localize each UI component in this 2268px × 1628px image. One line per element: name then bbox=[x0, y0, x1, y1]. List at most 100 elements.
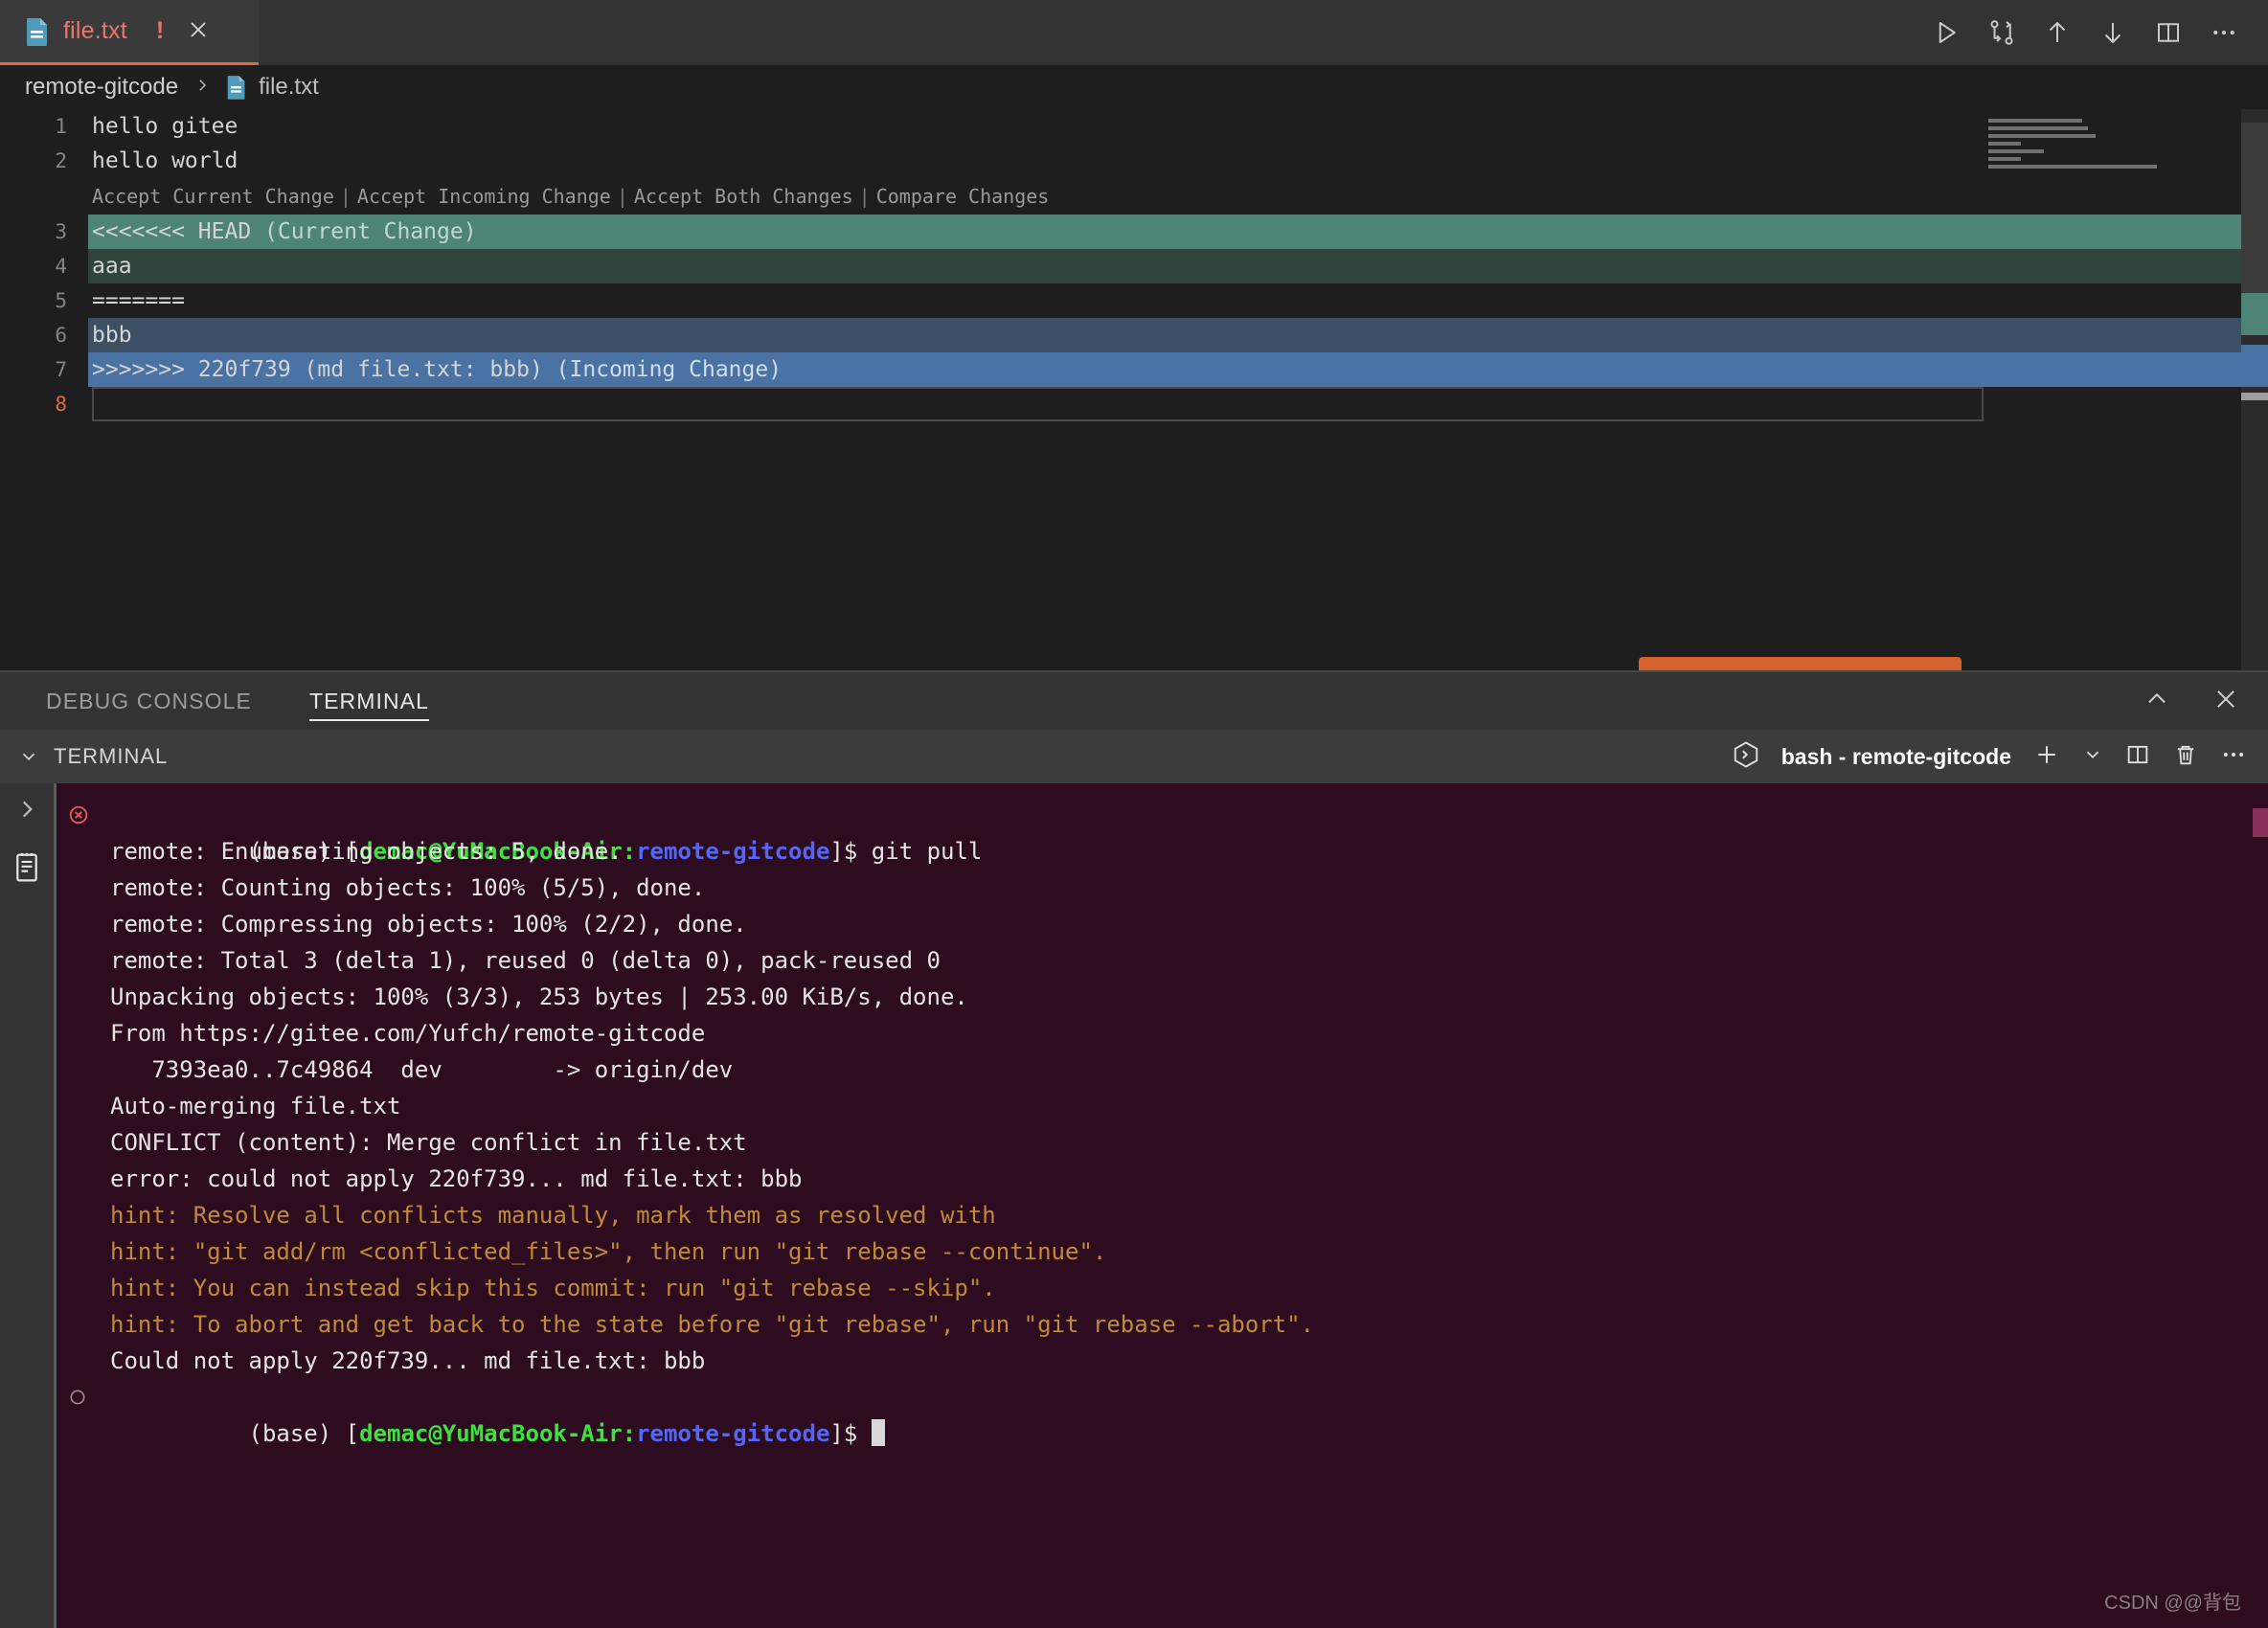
breadcrumb: remote-gitcode file.txt bbox=[0, 65, 2268, 109]
split-editor-icon[interactable] bbox=[2149, 13, 2188, 52]
terminal-output-line: Could not apply 220f739... md file.txt: … bbox=[57, 1343, 2268, 1379]
terminal-prompt-line-active[interactable]: (base) [demac@YuMacBook-Air:remote-gitco… bbox=[57, 1379, 2268, 1415]
vscode-window: file.txt ! bbox=[0, 0, 2268, 1628]
git-compare-icon[interactable] bbox=[1983, 13, 2021, 52]
terminal-side-rail bbox=[0, 783, 54, 1628]
line-number: 2 bbox=[0, 149, 88, 172]
codelens-divider: | bbox=[611, 185, 634, 208]
terminal-hint-line: hint: "git add/rm <conflicted_files>", t… bbox=[57, 1233, 2268, 1270]
terminal-output[interactable]: (base) [demac@YuMacBook-Air:remote-gitco… bbox=[54, 783, 2268, 1628]
run-icon[interactable] bbox=[1927, 13, 1965, 52]
prompt-bracket: [ bbox=[346, 1420, 359, 1447]
editor-line-conflict-current-header: 3 <<<<<<< HEAD (Current Change) bbox=[0, 215, 2268, 249]
trash-icon[interactable] bbox=[2172, 741, 2199, 773]
codelens-divider: | bbox=[334, 185, 357, 208]
line-number: 7 bbox=[0, 358, 88, 381]
terminal-hint-line: hint: You can instead skip this commit: … bbox=[57, 1270, 2268, 1306]
editor-line-conflict-current-body: 4 aaa bbox=[0, 249, 2268, 283]
chevron-right-icon bbox=[193, 75, 211, 100]
tab-terminal[interactable]: TERMINAL bbox=[296, 671, 442, 731]
panel-tab-bar: DEBUG CONSOLE TERMINAL bbox=[0, 670, 2268, 730]
arrow-up-icon[interactable] bbox=[2038, 13, 2076, 52]
terminal-output-line: From https://gitee.com/Yufch/remote-gitc… bbox=[57, 1015, 2268, 1051]
terminal-cursor bbox=[872, 1419, 885, 1446]
split-terminal-icon[interactable] bbox=[2124, 741, 2151, 773]
current-line-highlight bbox=[92, 387, 1984, 421]
panel-actions bbox=[2143, 686, 2239, 717]
prompt-end: ]$ bbox=[829, 1420, 871, 1447]
editor-line-conflict-incoming-header: 7 >>>>>>> 220f739 (md file.txt: bbb) (In… bbox=[0, 352, 2268, 387]
line-content: ======= bbox=[88, 283, 2268, 318]
terminal-hint-line: hint: To abort and get back to the state… bbox=[57, 1306, 2268, 1343]
prompt-colon: : bbox=[623, 1420, 636, 1447]
merge-conflict-codelens: Accept Current Change|Accept Incoming Ch… bbox=[0, 178, 2268, 215]
conflict-marker-incoming: >>>>>>> 220f739 (md file.txt: bbb) bbox=[92, 357, 556, 382]
editor-tab-file-txt[interactable]: file.txt ! bbox=[0, 0, 259, 65]
terminal-scrollbar[interactable] bbox=[2253, 783, 2268, 1628]
notebook-icon[interactable] bbox=[12, 851, 41, 889]
editor-tab-label: file.txt bbox=[63, 17, 127, 45]
compare-changes-link[interactable]: Compare Changes bbox=[876, 185, 1050, 208]
error-circle-icon bbox=[68, 797, 89, 833]
terminal-hint-line: hint: Resolve all conflicts manually, ma… bbox=[57, 1197, 2268, 1233]
line-number: 3 bbox=[0, 220, 88, 243]
conflict-label-incoming: (Incoming Change) bbox=[556, 357, 782, 382]
text-file-icon bbox=[25, 17, 50, 46]
chevron-down-icon[interactable] bbox=[2082, 744, 2103, 770]
minimap-line bbox=[1988, 165, 2157, 169]
chevron-right-icon[interactable] bbox=[14, 797, 39, 826]
tab-bar-filler bbox=[259, 0, 1927, 65]
editor-line-cursor: 8 bbox=[0, 387, 2268, 421]
terminal-header-title: TERMINAL bbox=[54, 744, 168, 769]
terminal-output-line: error: could not apply 220f739... md fil… bbox=[57, 1161, 2268, 1197]
editor-line-conflict-separator: 5 ======= bbox=[0, 283, 2268, 318]
codelens-divider: | bbox=[853, 185, 876, 208]
terminal-output-line: remote: Compressing objects: 100% (2/2),… bbox=[57, 906, 2268, 942]
terminal-output-line: 7393ea0..7c49864 dev -> origin/dev bbox=[57, 1051, 2268, 1088]
line-content: hello world bbox=[88, 144, 2268, 178]
minimap-line bbox=[1988, 149, 2044, 153]
terminal-output-line: remote: Counting objects: 100% (5/5), do… bbox=[57, 870, 2268, 906]
editor-line-conflict-incoming-body: 6 bbb bbox=[0, 318, 2268, 352]
arrow-down-icon[interactable] bbox=[2094, 13, 2132, 52]
text-editor[interactable]: 1 hello gitee 2 hello world Accept Curre… bbox=[0, 109, 2268, 670]
more-actions-icon[interactable] bbox=[2220, 741, 2247, 773]
terminal-output-line: Unpacking objects: 100% (3/3), 253 bytes… bbox=[57, 979, 2268, 1015]
line-number: 4 bbox=[0, 255, 88, 278]
more-actions-icon[interactable] bbox=[2205, 13, 2243, 52]
editor-scrollbar[interactable] bbox=[2241, 109, 2268, 670]
line-number: 6 bbox=[0, 324, 88, 347]
terminal-output-line: remote: Enumerating objects: 5, done. bbox=[57, 833, 2268, 870]
pending-circle-icon bbox=[68, 1379, 87, 1415]
terminal-tab-name[interactable]: bash - remote-gitcode bbox=[1781, 744, 2011, 770]
chevron-down-icon[interactable] bbox=[10, 746, 48, 767]
accept-current-change-link[interactable]: Accept Current Change bbox=[92, 185, 334, 208]
line-number-active: 8 bbox=[0, 393, 88, 416]
minimap-line bbox=[1988, 126, 2088, 130]
line-content: >>>>>>> 220f739 (md file.txt: bbb) (Inco… bbox=[88, 352, 2268, 387]
prompt-user-host: demac@YuMacBook-Air bbox=[359, 1420, 623, 1447]
resolve-in-merge-editor-button[interactable]: Resolve in Merge Editor bbox=[1639, 657, 1962, 670]
breadcrumb-root[interactable]: remote-gitcode bbox=[25, 74, 178, 101]
tab-debug-console[interactable]: DEBUG CONSOLE bbox=[33, 671, 265, 731]
breadcrumb-file[interactable]: file.txt bbox=[259, 74, 319, 101]
close-icon[interactable] bbox=[2212, 686, 2239, 717]
terminal-bash-icon bbox=[1732, 740, 1760, 774]
accept-incoming-change-link[interactable]: Accept Incoming Change bbox=[357, 185, 611, 208]
line-content: hello gitee bbox=[88, 109, 2268, 144]
terminal-scrollbar-marker bbox=[2253, 808, 2268, 837]
accept-both-changes-link[interactable]: Accept Both Changes bbox=[634, 185, 853, 208]
terminal-body: (base) [demac@YuMacBook-Air:remote-gitco… bbox=[0, 783, 2268, 1628]
close-icon[interactable] bbox=[187, 18, 210, 45]
minimap[interactable] bbox=[1988, 119, 2228, 655]
scrollbar-thumb[interactable] bbox=[2241, 123, 2268, 299]
line-number: 5 bbox=[0, 289, 88, 312]
line-content: <<<<<<< HEAD (Current Change) bbox=[88, 215, 2268, 249]
overview-mark-current-change bbox=[2241, 293, 2268, 335]
chevron-up-icon[interactable] bbox=[2143, 686, 2170, 717]
new-terminal-icon[interactable] bbox=[2032, 740, 2061, 774]
minimap-line bbox=[1988, 134, 2096, 138]
text-file-icon bbox=[226, 75, 247, 100]
editor-line: 2 hello world bbox=[0, 144, 2268, 178]
terminal-output-line: CONFLICT (content): Merge conflict in fi… bbox=[57, 1124, 2268, 1161]
